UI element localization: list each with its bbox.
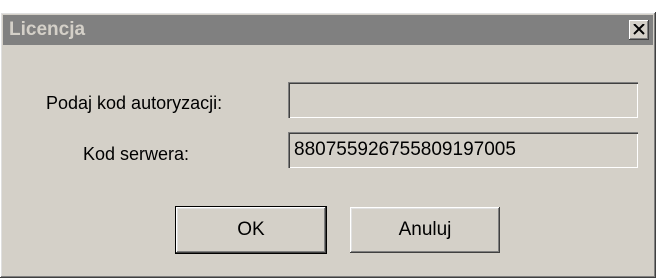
title-bar[interactable]: Licencja [3,15,653,45]
window-title: Licencja [9,19,86,40]
auth-code-label: Podaj kod autoryzacji: [46,93,223,113]
close-icon [633,24,645,35]
auth-code-field[interactable] [288,82,638,118]
close-button[interactable] [629,20,649,40]
server-code-label: Kod serwera: [83,144,190,164]
cancel-button[interactable]: Anuluj [350,207,500,253]
ok-button[interactable]: OK [176,207,326,253]
license-dialog: Licencja Podaj kod autoryzacji: Kod serw… [0,12,656,278]
server-code-field: 880755926755809197005 [288,132,638,168]
